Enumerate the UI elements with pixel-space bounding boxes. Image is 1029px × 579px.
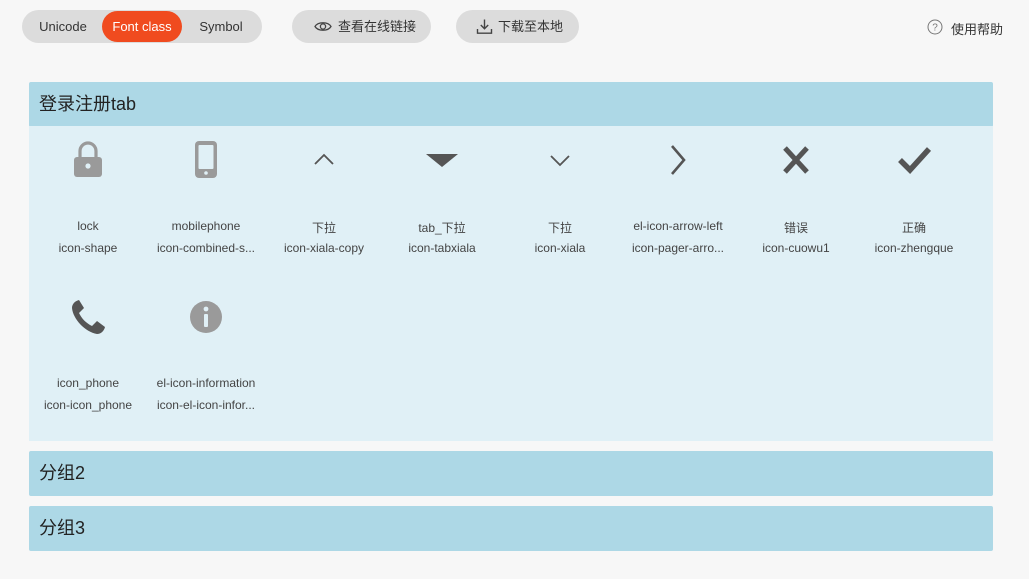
triangle-down-icon xyxy=(426,154,458,167)
group-title: 登录注册tab xyxy=(39,94,137,114)
icon-name: tab_下拉 xyxy=(418,221,466,235)
chevron-right-icon xyxy=(671,145,686,175)
mobilephone-icon xyxy=(195,141,217,178)
group-header-login-register[interactable]: 登录注册tab xyxy=(29,82,993,127)
icon-name: lock xyxy=(77,219,99,233)
icon-card-pager-arrow[interactable]: el-icon-arrow-left icon-pager-arro... xyxy=(619,126,737,256)
help-label: 使用帮助 xyxy=(951,22,1004,37)
tab-symbol[interactable]: Symbol xyxy=(182,11,260,42)
view-online-link-button[interactable]: 查看在线链接 xyxy=(292,10,431,43)
group-header-3[interactable]: 分组3 xyxy=(29,506,993,551)
icon-name: 正确 xyxy=(901,221,926,235)
icon-card-zhengque[interactable]: 正确 icon-zhengque xyxy=(855,126,973,256)
icon-class: icon-xiala xyxy=(534,241,586,255)
chevron-up-icon xyxy=(314,153,334,165)
icon-name: 下拉 xyxy=(311,221,336,235)
icon-name: el-icon-information xyxy=(156,376,256,390)
download-local-label: 下载至本地 xyxy=(498,19,564,34)
icon-class: icon-cuowu1 xyxy=(762,241,830,255)
tab-unicode[interactable]: Unicode xyxy=(24,11,102,42)
icon-card-information[interactable]: el-icon-information icon-el-icon-infor..… xyxy=(147,283,265,413)
icon-name: 错误 xyxy=(783,221,808,235)
group-title: 分组2 xyxy=(39,463,86,483)
icon-card-xiala[interactable]: 下拉 icon-xiala xyxy=(501,126,619,256)
icon-card-cuowu[interactable]: 错误 icon-cuowu1 xyxy=(737,126,855,256)
svg-text:?: ? xyxy=(932,23,938,34)
phone-icon xyxy=(72,300,105,334)
icon-class: icon-icon_phone xyxy=(43,398,133,412)
toolbar: Unicode Font class Symbol 查看在线链接 下载至本地 ?… xyxy=(0,0,1029,60)
eye-icon xyxy=(314,22,332,31)
icon-class: icon-tabxiala xyxy=(408,241,476,255)
download-local-button[interactable]: 下载至本地 xyxy=(456,10,579,43)
icon-card-mobilephone[interactable]: mobilephone icon-combined-s... xyxy=(147,126,265,256)
lock-icon xyxy=(74,141,102,177)
icon-name: 下拉 xyxy=(547,221,572,235)
icon-class: icon-xiala-copy xyxy=(283,241,365,255)
icon-class: icon-combined-s... xyxy=(156,241,256,255)
tab-font-class[interactable]: Font class xyxy=(102,11,182,42)
info-icon xyxy=(190,301,222,333)
icon-card-lock[interactable]: lock icon-shape xyxy=(29,126,147,256)
group-header-2[interactable]: 分组2 xyxy=(29,451,993,496)
view-mode-switch: Unicode Font class Symbol xyxy=(22,10,262,43)
icon-class: icon-pager-arro... xyxy=(631,241,725,255)
view-online-link-label: 查看在线链接 xyxy=(338,19,417,34)
icon-grid: lock icon-shape mobilephone icon-combine… xyxy=(29,126,993,441)
group-title: 分组3 xyxy=(39,518,86,538)
icon-card-tabxiala[interactable]: tab_下拉 icon-tabxiala xyxy=(383,126,501,256)
check-icon xyxy=(898,147,932,174)
help-circle-icon: ? xyxy=(927,19,943,35)
icon-card-phone[interactable]: icon_phone icon-icon_phone xyxy=(29,283,147,413)
icon-name: icon_phone xyxy=(56,376,120,390)
download-icon xyxy=(476,19,493,34)
icon-name: el-icon-arrow-left xyxy=(633,219,723,233)
icon-class: icon-shape xyxy=(58,241,118,255)
icon-class: icon-zhengque xyxy=(874,241,954,255)
icon-name: mobilephone xyxy=(171,219,241,233)
icon-card-xiala-copy[interactable]: 下拉 icon-xiala-copy xyxy=(265,126,383,256)
icon-class: icon-el-icon-infor... xyxy=(156,398,256,412)
chevron-down-icon xyxy=(550,155,570,167)
close-icon xyxy=(783,146,809,174)
